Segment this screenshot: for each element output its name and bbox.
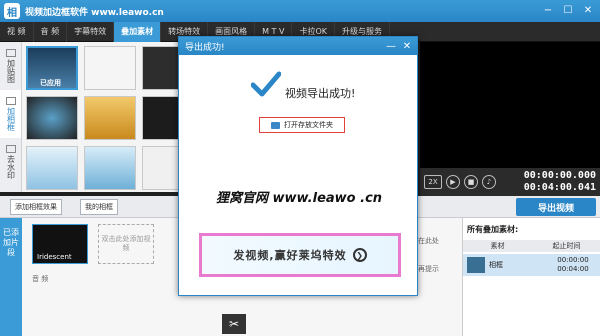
row-thumb: [467, 257, 485, 273]
frame-thumb[interactable]: [84, 96, 136, 140]
hint-text: 在此处: [418, 237, 439, 245]
applied-label: 已应用: [40, 79, 61, 87]
col-material: 素材: [490, 242, 505, 250]
sidebar-item-frame[interactable]: 加相框: [0, 90, 21, 138]
minimize-icon[interactable]: −: [538, 2, 558, 18]
open-folder-button[interactable]: 打开存放文件夹: [259, 117, 345, 133]
timeline-side-label: 已添加片段: [0, 218, 22, 336]
overlay-list-row[interactable]: 相框 00:00:00 00:04:00: [463, 254, 600, 276]
watermark-icon: [5, 145, 16, 153]
stop-icon[interactable]: ■: [464, 175, 478, 189]
frame-thumb[interactable]: [26, 96, 78, 140]
dialog-controls: — ✕: [383, 38, 415, 54]
sidebar-item-label: 加相框: [6, 107, 16, 131]
ad-text: 发视频,赢好莱坞特效: [233, 249, 347, 262]
maximize-icon[interactable]: ☐: [558, 2, 578, 18]
title-bar: 相 视频加边框软件 www.leawo.cn − ☐ ✕: [0, 0, 600, 22]
dialog-title: 导出成功!: [185, 42, 225, 53]
check-icon: [251, 71, 281, 97]
window-controls: − ☐ ✕: [538, 2, 598, 18]
clip-name: Iridescent: [37, 253, 72, 261]
app-title: 视频加边框软件 www.leawo.cn: [25, 7, 164, 18]
overlay-list-panel: 所有叠加素材: 素材 起止时间 相框 00:00:00 00:04:00: [462, 218, 600, 336]
time-current: 00:00:00.000: [523, 170, 596, 181]
frame-thumb[interactable]: 已应用: [26, 46, 78, 90]
scissors-icon[interactable]: ✂: [222, 314, 246, 334]
menu-overlay[interactable]: 叠加素材: [114, 21, 162, 42]
play-icon[interactable]: ▶: [446, 175, 460, 189]
row-start: 00:00:00: [557, 256, 589, 264]
frame-thumb[interactable]: [142, 96, 182, 140]
arrow-right-icon: ❯: [352, 248, 367, 262]
open-folder-label: 打开存放文件夹: [284, 121, 333, 129]
menu-audio[interactable]: 音 频: [34, 21, 68, 42]
watermark-text: 狸窝官网 www.leawo .cn: [215, 191, 383, 206]
frame-thumb[interactable]: [142, 46, 182, 90]
sticker-icon: [5, 49, 16, 57]
hint-text-2: 再提示: [418, 265, 439, 273]
add-video-slot[interactable]: 双击此处添加视频: [98, 224, 154, 264]
export-video-button[interactable]: 导出视频: [516, 198, 596, 216]
export-success-dialog: 导出成功! — ✕ 视频导出成功! 打开存放文件夹 狸窝官网 www.leawo…: [178, 36, 418, 296]
frame-gallery: 已应用: [22, 42, 182, 192]
menu-video[interactable]: 视 频: [0, 21, 34, 42]
row-times: 00:00:00 00:04:00: [545, 256, 600, 274]
close-icon[interactable]: ✕: [578, 2, 598, 18]
volume-icon[interactable]: ♪: [482, 175, 496, 189]
overlay-sidebar: 加贴图 加相框 去水印: [0, 42, 22, 192]
add-frame-button[interactable]: 添加相框效果: [10, 199, 62, 215]
speed-button[interactable]: 2X: [424, 175, 442, 189]
menu-subtitle[interactable]: 字幕特效: [67, 21, 115, 42]
sidebar-item-label: 加贴图: [6, 59, 16, 83]
my-frame-button[interactable]: 我的相框: [80, 199, 118, 215]
frame-thumb[interactable]: [142, 146, 182, 190]
col-time: 起止时间: [552, 242, 581, 250]
folder-icon: [271, 121, 280, 129]
dialog-minimize-icon[interactable]: —: [383, 38, 399, 54]
audio-track-label: 音 频: [32, 275, 49, 283]
sidebar-item-remove-watermark[interactable]: 去水印: [0, 138, 21, 186]
success-message: 视频导出成功!: [285, 87, 356, 100]
dialog-close-icon[interactable]: ✕: [399, 38, 415, 54]
overlay-list-title: 所有叠加素材:: [467, 225, 519, 234]
ad-banner[interactable]: 发视频,赢好莱坞特效 ❯: [199, 233, 401, 277]
sidebar-item-sticker[interactable]: 加贴图: [0, 42, 21, 90]
player-controls: 2X ▶ ■ ♪ 00:00:00.000 00:04:00.041: [420, 168, 600, 196]
timecode: 00:00:00.000 00:04:00.041: [524, 170, 596, 194]
frame-thumb[interactable]: [84, 146, 136, 190]
time-total: 00:04:00.041: [523, 182, 596, 193]
row-name: 相框: [489, 261, 503, 269]
row-end: 00:04:00: [557, 265, 589, 273]
dialog-title-bar: 导出成功! — ✕: [179, 37, 417, 55]
app-logo: 相: [4, 3, 20, 19]
overlay-list-header: 素材 起止时间: [463, 240, 600, 252]
video-preview: [420, 42, 600, 168]
frame-icon: [5, 97, 16, 105]
frame-thumb[interactable]: [26, 146, 78, 190]
frame-thumb[interactable]: [84, 46, 136, 90]
timeline-clip[interactable]: Iridescent: [32, 224, 88, 264]
sidebar-item-label: 去水印: [6, 155, 16, 179]
